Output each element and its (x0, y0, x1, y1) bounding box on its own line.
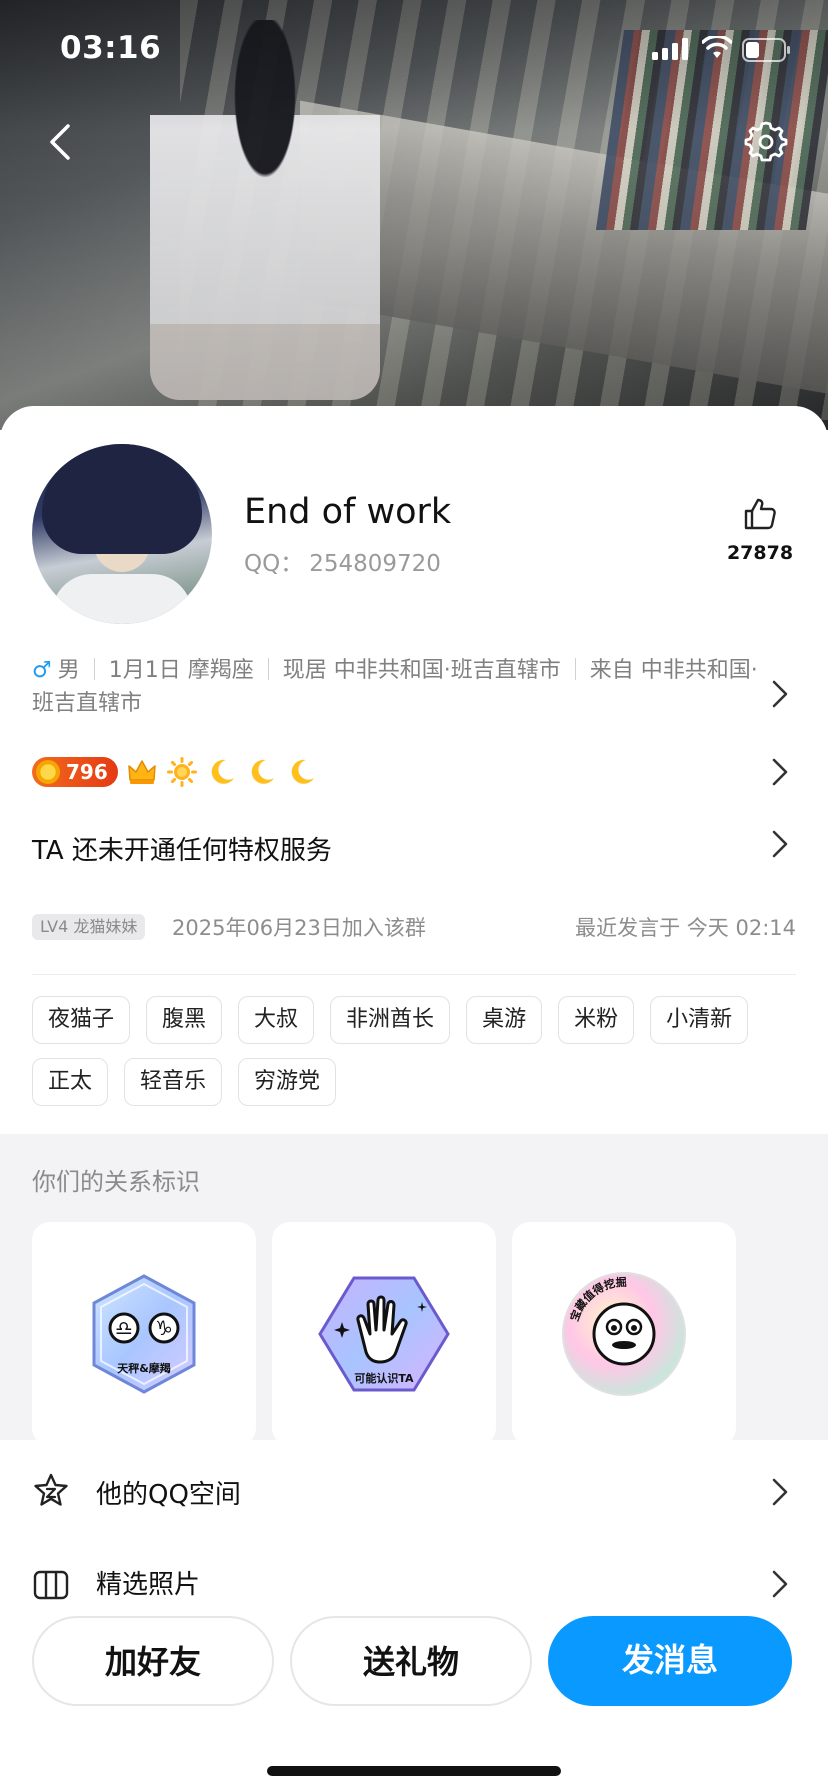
back-icon[interactable] (40, 120, 80, 164)
qq-value: 254809720 (309, 551, 441, 577)
tag[interactable]: 米粉 (558, 996, 635, 1044)
group-info-row: LV4 龙猫妹妹 2025年06月23日加入该群 最近发言于 今天 02:14 (32, 912, 796, 942)
birthday-text: 1月1日 摩羯座 (108, 658, 254, 683)
tag[interactable]: 夜猫子 (32, 996, 131, 1044)
chevron-right-icon[interactable] (770, 756, 790, 788)
chevron-right-icon[interactable] (770, 828, 790, 860)
profile-info-row[interactable]: ♂ 男 1月1日 摩羯座 现居 中非共和国·班吉直辖市 来自 中非共和国·班吉直辖市 (32, 654, 762, 720)
interest-tags: 夜猫子 腹黑 大叔 非洲酋长 桌游 米粉 小清新 正太 轻音乐 穷游党 (32, 996, 802, 1120)
badge-label: 可能认识TA (354, 1371, 414, 1385)
tag[interactable]: 大叔 (238, 996, 315, 1044)
libra-capricorn-badge-icon: ♎ ♑ 天秤&摩羯 (92, 1274, 196, 1394)
tag[interactable]: 非洲酋长 (330, 996, 451, 1044)
tag[interactable]: 桌游 (466, 996, 543, 1044)
qq-label: QQ： (244, 551, 304, 577)
coin-icon (36, 760, 60, 784)
tag[interactable]: 正太 (32, 1058, 109, 1106)
status-time: 03:16 (60, 30, 162, 66)
relation-title: 你们的关系标识 (32, 1168, 200, 1196)
level-value: 796 (66, 760, 108, 784)
add-friend-button[interactable]: 加好友 (32, 1616, 274, 1706)
chevron-right-icon[interactable] (770, 1476, 790, 1508)
qq-number: QQ： 254809720 (244, 544, 441, 578)
join-date: 2025年06月23日加入该群 (172, 916, 426, 940)
qq-space-label: 他的QQ空间 (96, 1480, 241, 1510)
residence-text: 现居 中非共和国·班吉直辖市 (282, 658, 561, 683)
avatar[interactable] (32, 444, 212, 624)
level-badge: 796 (32, 757, 118, 787)
status-bar: 03:16 (0, 0, 828, 100)
divider (32, 974, 796, 975)
wifi-icon (702, 36, 732, 58)
send-message-button[interactable]: 发消息 (548, 1616, 792, 1706)
featured-photos-label: 精选照片 (96, 1570, 201, 1600)
profile-name: End of work (244, 492, 452, 532)
group-level-badge: LV4 龙猫妹妹 (32, 914, 146, 940)
tag[interactable]: 穷游党 (238, 1058, 337, 1106)
like-count: 27878 (726, 542, 794, 564)
level-row[interactable]: 796 (32, 754, 318, 790)
treasure-badge-icon: 宝藏值得挖掘 (562, 1272, 686, 1396)
badge-label: 天秤&摩羯 (117, 1361, 171, 1375)
tag[interactable]: 小清新 (650, 996, 749, 1044)
qq-space-row[interactable]: 他的QQ空间 (0, 1440, 828, 1544)
last-post-time: 最近发言于 今天 02:14 (575, 916, 796, 940)
settings-icon[interactable] (744, 118, 788, 162)
featured-photos-row[interactable]: 精选照片 (0, 1544, 828, 1604)
gender-text: 男 (57, 658, 80, 683)
relation-card[interactable]: 可能认识TA (272, 1222, 496, 1446)
crown-icon (128, 760, 156, 784)
sun-icon (166, 757, 197, 787)
thumbs-up-icon[interactable] (742, 496, 778, 532)
male-icon: ♂ (32, 658, 52, 683)
chevron-right-icon[interactable] (770, 1568, 790, 1600)
relation-section: 你们的关系标识 ♎ ♑ 天秤&摩羯 可能认识TA 宝藏值得挖掘 (0, 1134, 828, 1446)
relation-card[interactable]: 宝藏值得挖掘 (512, 1222, 736, 1446)
svg-text:♑: ♑ (155, 1316, 173, 1340)
profile-card: End of work QQ： 254809720 27878 ♂ 男 1月1日 摩羯… (0, 406, 828, 1792)
chevron-right-icon[interactable] (770, 678, 790, 710)
home-indicator[interactable] (267, 1766, 561, 1776)
send-gift-button[interactable]: 送礼物 (290, 1616, 532, 1706)
moon-icon (211, 759, 234, 784)
privilege-row[interactable]: TA 还未开通任何特权服务 (32, 830, 332, 867)
cellular-signal-icon (652, 38, 688, 60)
tag[interactable]: 轻音乐 (124, 1058, 223, 1106)
star-icon (34, 1473, 68, 1506)
moon-icon (291, 759, 314, 784)
may-know-badge-icon: 可能认识TA (318, 1276, 450, 1392)
battery-icon (742, 38, 790, 62)
moon-icon (251, 759, 274, 784)
svg-text:♎: ♎ (115, 1316, 133, 1340)
relation-card[interactable]: ♎ ♑ 天秤&摩羯 (32, 1222, 256, 1446)
photos-icon (33, 1570, 69, 1600)
tag[interactable]: 腹黑 (146, 996, 223, 1044)
